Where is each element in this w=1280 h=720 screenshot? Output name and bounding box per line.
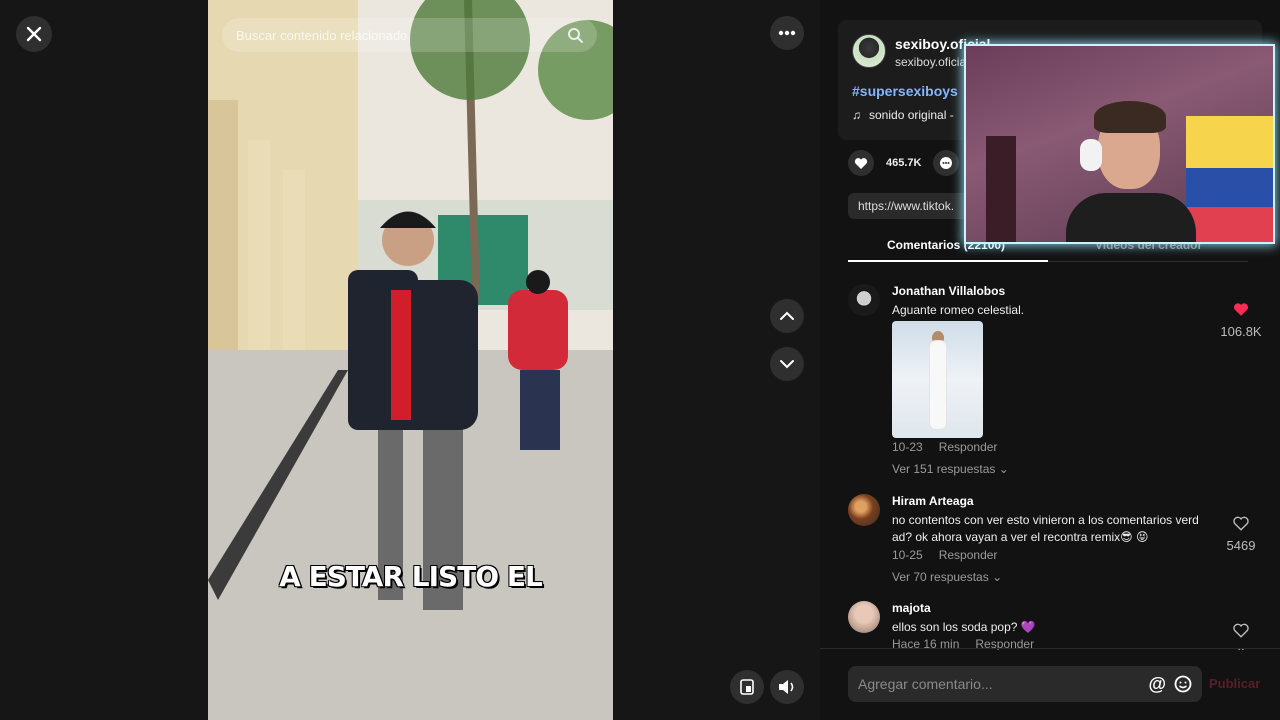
like-button[interactable] (848, 150, 874, 176)
comment-like-button[interactable]: 106.8K (1216, 302, 1266, 339)
streamer-hair (1094, 101, 1166, 133)
comment-like-count: 5469 (1226, 538, 1256, 553)
search-icon[interactable] (567, 27, 583, 43)
commenter-avatar[interactable] (848, 601, 880, 633)
related-search-bar[interactable]: Buscar contenido relacionado (222, 18, 597, 52)
heart-outline-icon (1233, 623, 1249, 638)
streamer-figure (1066, 101, 1196, 242)
heart-filled-icon (1233, 303, 1249, 316)
close-icon (26, 26, 42, 42)
commenter-name[interactable]: Jonathan Villalobos (892, 284, 1005, 298)
comment-sticker-image[interactable] (892, 321, 983, 438)
commenter-avatar[interactable] (848, 284, 880, 316)
emoji-icon[interactable] (1174, 675, 1192, 693)
video-hashtag[interactable]: #supersexiboys (852, 83, 958, 99)
next-video-button[interactable] (770, 347, 804, 381)
video-frame (208, 0, 613, 720)
publish-button[interactable]: Publicar (1209, 676, 1260, 691)
floating-player-button[interactable] (730, 670, 764, 704)
more-options-button[interactable] (770, 16, 804, 50)
comment-text: no contentos con ver esto vinieron a los… (892, 513, 1199, 544)
comment-meta: 10-25 Responder (892, 548, 997, 562)
comment-like-count: 106.8K (1220, 324, 1262, 339)
comment-text: Aguante romeo celestial. (892, 303, 1025, 317)
reply-button[interactable]: Responder (939, 440, 998, 454)
mention-icon[interactable]: @ (1148, 674, 1166, 695)
streamer-shirt (1066, 193, 1196, 242)
sticker-figure-body (930, 341, 946, 429)
compose-icons: @ (1148, 674, 1192, 695)
chevron-up-icon (780, 311, 794, 320)
comment-compose-box[interactable]: @ (848, 666, 1202, 702)
commenter-name[interactable]: Hiram Arteaga (892, 494, 974, 508)
comment-date: 10-25 (892, 548, 923, 562)
headset-icon (1080, 139, 1102, 171)
floating-player-icon (740, 679, 754, 695)
webcam-background-flag (1186, 116, 1273, 242)
volume-button[interactable] (770, 670, 804, 704)
chevron-down-icon: ⌄ (998, 462, 1009, 476)
heart-outline-icon (1233, 516, 1249, 531)
sound-name: sonido original - (869, 108, 954, 122)
heart-icon (854, 157, 868, 169)
comment-item: Jonathan Villalobos Aguante romeo celest… (848, 284, 1262, 484)
divider (820, 648, 1280, 649)
more-dots-icon (778, 30, 796, 36)
related-search-placeholder: Buscar contenido relacionado (236, 27, 408, 43)
speaker-icon (779, 680, 794, 694)
comment-like-button[interactable]: 5469 (1216, 516, 1266, 553)
stats-row: 465.7K (848, 150, 960, 176)
commenter-avatar[interactable] (848, 494, 880, 526)
comment-text: ellos son los soda pop? 💜 (892, 620, 1036, 634)
sound-link[interactable]: ♫ sonido original - (852, 108, 954, 122)
comment-like-button[interactable]: 0 (1216, 623, 1266, 650)
commenter-name[interactable]: majota (892, 601, 931, 615)
view-replies-label: Ver 70 respuestas (892, 570, 989, 584)
comment-item: majota ellos son los soda pop? 💜 Hace 16… (848, 601, 1249, 650)
view-replies-link[interactable]: Ver 70 respuestas ⌄ (892, 570, 1002, 584)
video-player[interactable]: Buscar contenido relacionado A ESTAR LIS… (208, 0, 613, 720)
author-handle[interactable]: sexiboy.oficial (895, 55, 969, 69)
view-replies-label: Ver 151 respuestas (892, 462, 996, 476)
comment-item: Hiram Arteaga no contentos con ver esto … (848, 494, 1255, 584)
previous-video-button[interactable] (770, 299, 804, 333)
comment-meta: 10-23 Responder (892, 440, 997, 454)
comment-button[interactable] (933, 150, 960, 176)
author-avatar[interactable] (852, 34, 886, 68)
video-viewer: Buscar contenido relacionado A ESTAR LIS… (0, 0, 820, 720)
reply-button[interactable]: Responder (939, 548, 998, 562)
comment-bubble-icon (940, 157, 953, 169)
video-caption: A ESTAR LISTO EL (279, 560, 543, 593)
comment-input[interactable] (858, 676, 1128, 692)
webcam-overlay (964, 44, 1275, 244)
webcam-background-door (986, 136, 1016, 242)
comment-list[interactable]: Jonathan Villalobos Aguante romeo celest… (820, 262, 1280, 650)
close-button[interactable] (16, 16, 52, 52)
like-count: 465.7K (886, 157, 922, 169)
view-replies-link[interactable]: Ver 151 respuestas ⌄ (892, 462, 1009, 476)
chevron-down-icon (780, 360, 794, 369)
music-note-icon: ♫ (852, 108, 861, 122)
comment-date: 10-23 (892, 440, 923, 454)
chevron-down-icon: ⌄ (992, 570, 1003, 584)
